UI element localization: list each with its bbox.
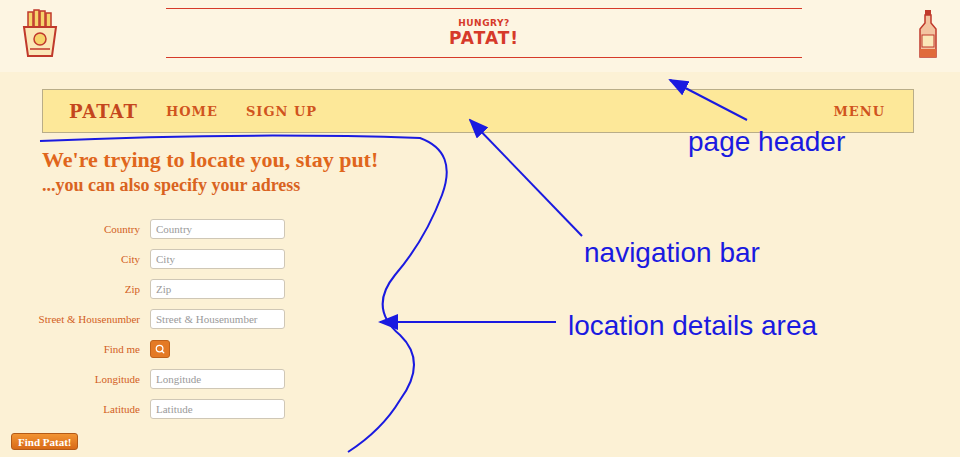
sauce-bottle-icon <box>917 9 939 59</box>
nav-brand[interactable]: PATAT <box>69 101 138 122</box>
find-me-button[interactable] <box>150 340 170 358</box>
header-title: PATAT! <box>449 28 519 48</box>
field-label: Find me <box>8 343 140 355</box>
bottle-logo <box>906 8 950 60</box>
page: HUNGRY?PATAT! PATAT HOME SIGN UP MENU We're t… <box>0 0 960 457</box>
header-banner: HUNGRY?PATAT! <box>166 8 802 58</box>
find-patat-button[interactable]: Find Patat! <box>11 433 78 450</box>
form-row: Latitude <box>8 399 960 419</box>
annotation-label: page header <box>688 126 845 158</box>
fries-logo-icon <box>19 9 61 59</box>
area-outline <box>40 136 447 452</box>
header-arrow <box>670 80 747 120</box>
annotation-lines <box>0 0 960 457</box>
field-label: Street & Housenumber <box>8 313 140 325</box>
fries-logo <box>18 8 62 60</box>
field-label: Longitude <box>8 373 140 385</box>
nav-menu[interactable]: MENU <box>833 104 885 119</box>
text-field[interactable] <box>150 249 285 269</box>
page-header: HUNGRY?PATAT! <box>0 0 960 72</box>
header-kicker: HUNGRY? <box>458 18 509 28</box>
nav-item[interactable]: SIGN UP <box>246 104 317 119</box>
field-label: Country <box>8 223 140 235</box>
text-field[interactable] <box>150 279 285 299</box>
field-label: City <box>8 253 140 265</box>
form-row: City <box>8 249 960 269</box>
annotation-label: location details area <box>568 310 817 342</box>
search-icon <box>155 344 165 354</box>
text-field[interactable] <box>150 309 285 329</box>
form-row: Country <box>8 219 960 239</box>
form-row: Find me <box>8 339 960 359</box>
location-form: Country City Zip Street & Housenumber Find m… <box>8 219 960 450</box>
location-subtitle: ...you can also specify your adress <box>42 173 960 197</box>
text-field[interactable] <box>150 369 285 389</box>
form-row: Longitude <box>8 369 960 389</box>
nav-arrow <box>470 120 582 236</box>
location-details-area: We're trying to locate you, stay put!...… <box>0 133 960 450</box>
form-row: Street & Housenumber <box>8 309 960 329</box>
text-field[interactable] <box>150 219 285 239</box>
location-arrow <box>380 321 556 323</box>
nav-item[interactable]: HOME <box>166 104 218 119</box>
text-field[interactable] <box>150 399 285 419</box>
field-label: Latitude <box>8 403 140 415</box>
annotation-label: navigation bar <box>584 237 760 269</box>
field-label: Zip <box>8 283 140 295</box>
form-row: Zip <box>8 279 960 299</box>
